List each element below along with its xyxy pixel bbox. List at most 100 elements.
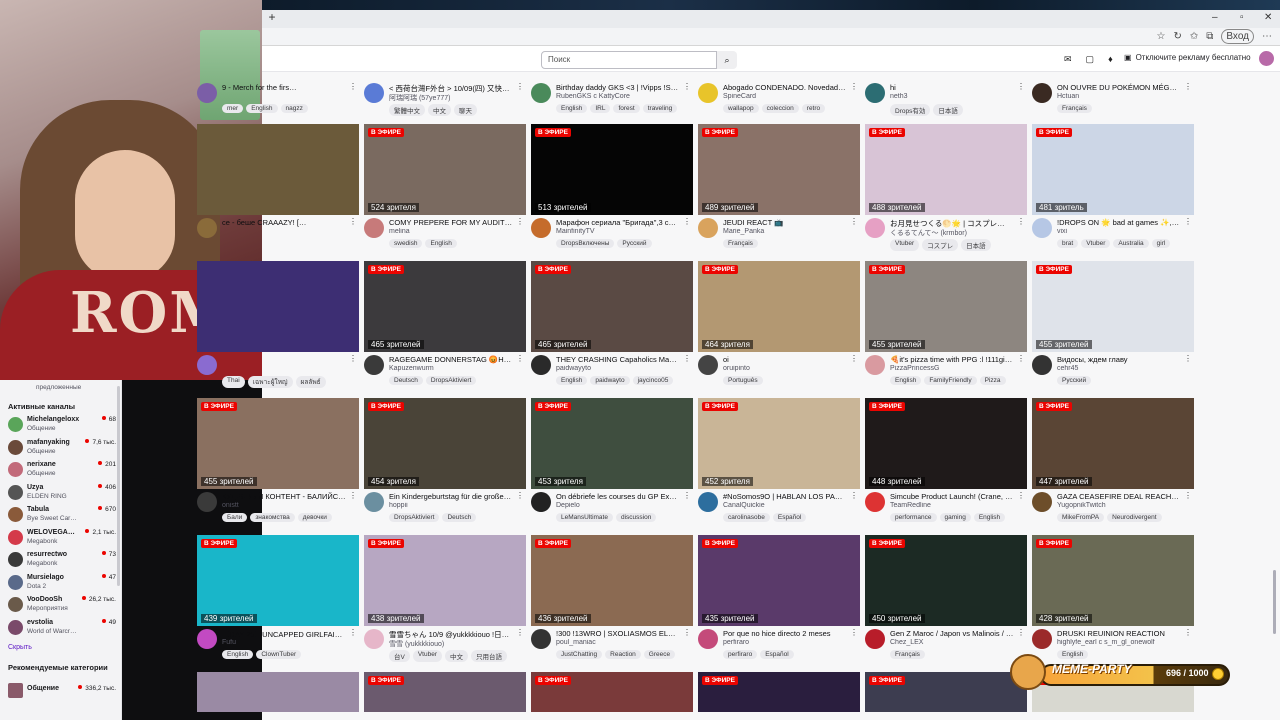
- stream-tag[interactable]: Thai: [222, 376, 245, 388]
- stream-tag[interactable]: carolinasobe: [723, 513, 770, 522]
- stream-thumbnail[interactable]: [197, 124, 359, 215]
- stream-tag[interactable]: Australia: [1113, 239, 1149, 248]
- stream-title[interactable]: On débriefe les courses du GP Expl…: [556, 492, 680, 501]
- channel-avatar[interactable]: [865, 492, 885, 512]
- sidebar-channel[interactable]: Michelangeloxx Общение 68: [8, 416, 116, 438]
- stream-tag[interactable]: Português: [723, 376, 763, 385]
- stream-thumbnail[interactable]: В ЭФИРЕ 464 зрителя: [698, 261, 860, 352]
- stream-thumbnail[interactable]: В ЭФИРЕ: [531, 672, 693, 712]
- channel-name[interactable]: MainfinityTV: [556, 228, 680, 235]
- stream-tag[interactable]: swedish: [389, 239, 423, 248]
- channel-name[interactable]: 雪雪 (yukkkkiouo): [389, 639, 513, 649]
- stream-card[interactable]: ce - беше CRAAAZY! [… ⋮: [197, 124, 359, 255]
- stream-tag[interactable]: コスプレ: [922, 239, 959, 251]
- channel-name[interactable]: Hctuan: [1057, 93, 1181, 100]
- sidebar-channel[interactable]: Uzya ELDEN RING 406: [8, 484, 116, 506]
- sidebar-channel[interactable]: Mursielago Dota 2 47: [8, 574, 116, 596]
- stream-tag[interactable]: performance: [890, 513, 937, 522]
- stream-card[interactable]: В ЭФИРЕ 465 зрителей THEY CRASHING Capahol…: [531, 261, 693, 392]
- stream-tag[interactable]: 中文: [428, 104, 451, 116]
- channel-avatar[interactable]: [531, 492, 551, 512]
- more-options-icon[interactable]: ⋮: [850, 628, 858, 637]
- more-options-icon[interactable]: ⋮: [349, 491, 357, 500]
- more-options-icon[interactable]: ⋮: [850, 491, 858, 500]
- stream-title[interactable]: GAZA CEASEFIRE DEAL REACHE…: [1057, 492, 1181, 501]
- stream-tag[interactable]: LeMansUltimate: [556, 513, 613, 522]
- stream-thumbnail[interactable]: В ЭФИРЕ 455 зрителей: [865, 261, 1027, 352]
- stream-tag[interactable]: English: [973, 513, 1006, 522]
- stream-card[interactable]: В ЭФИРЕ 455 зрителей КУДРЯВЫЙ КОНТЕНТ - БА…: [197, 398, 359, 529]
- channel-avatar[interactable]: [698, 629, 718, 649]
- new-tab-button[interactable]: +: [265, 10, 279, 24]
- channel-avatar[interactable]: [531, 629, 551, 649]
- channel-avatar[interactable]: [364, 83, 384, 103]
- stream-tag[interactable]: 繁體中文: [389, 104, 425, 116]
- more-options-icon[interactable]: ⋮: [850, 354, 858, 363]
- channel-name[interactable]: RubenGKS с KattyCore: [556, 93, 680, 100]
- stream-card[interactable]: В ЭФИРЕ 447 зрителей GAZA CEASEFIRE DEAL R…: [1032, 398, 1194, 529]
- channel-name[interactable]: perfiraro: [723, 639, 847, 646]
- stream-title[interactable]: ON OUVRE DU POKÉMON MÉGA…: [1057, 83, 1181, 92]
- channel-avatar[interactable]: [698, 355, 718, 375]
- more-options-icon[interactable]: ⋮: [1184, 354, 1192, 363]
- stream-tag[interactable]: Vtuber: [1081, 239, 1111, 248]
- more-options-icon[interactable]: ⋮: [1017, 217, 1025, 226]
- stream-thumbnail[interactable]: В ЭФИРЕ 465 зрителей: [364, 261, 526, 352]
- stream-tag[interactable]: coleccion: [761, 104, 799, 113]
- channel-avatar[interactable]: [1032, 492, 1052, 512]
- stream-card[interactable]: В ЭФИРЕ 465 зрителей RAGEGAME DONNERSTAG 😡…: [364, 261, 526, 392]
- stream-card[interactable]: ⋮ Thai เฉพาะผู้ใหญ่ ผลลัพธ์: [197, 261, 359, 392]
- stream-card[interactable]: В ЭФИРЕ 436 зрителей !300 !13WRO | SXOLIAS…: [531, 535, 693, 666]
- stream-title[interactable]: Simcube Product Launch! (Crane, …: [890, 492, 1014, 501]
- stream-card[interactable]: В ЭФИРЕ 435 зрителей Por que no hice direc…: [698, 535, 860, 666]
- stream-tag[interactable]: English: [425, 239, 457, 248]
- stream-title[interactable]: DRUSKI REUINION REACTION: [1057, 629, 1181, 638]
- stream-card[interactable]: В ЭФИРЕ 450 зрителей Gen Z Maroc / Japon v…: [865, 535, 1027, 666]
- stream-title[interactable]: oi: [723, 355, 847, 364]
- channel-name[interactable]: hoppii: [389, 502, 513, 509]
- more-options-icon[interactable]: ⋮: [1017, 82, 1025, 91]
- more-options-icon[interactable]: ⋮: [683, 82, 691, 91]
- stream-tag[interactable]: 日本語: [961, 239, 991, 251]
- stream-card[interactable]: В ЭФИРЕ 488 зрителей お月見せつくる🌕🌟 | コスプレ… くるるて…: [865, 124, 1027, 255]
- channel-name[interactable]: Fufu: [222, 639, 346, 646]
- more-options-icon[interactable]: ⋮: [1017, 628, 1025, 637]
- stream-tag[interactable]: traveling: [642, 104, 678, 113]
- page-scrollbar[interactable]: [1273, 570, 1276, 634]
- stream-tag[interactable]: Русский: [617, 239, 652, 248]
- more-options-icon[interactable]: ⋮: [349, 82, 357, 91]
- stream-title[interactable]: Ein Kindergeburtstag für die große…: [389, 492, 513, 501]
- channel-name[interactable]: 阿瑞阿瑞 (57ye777): [389, 93, 513, 103]
- stream-tag[interactable]: DropsВключены: [556, 239, 615, 248]
- sidebar-channel[interactable]: nerixane Общение 201: [8, 461, 116, 483]
- stream-tag[interactable]: JustChatting: [556, 650, 603, 659]
- stream-thumbnail[interactable]: В ЭФИРЕ 465 зрителей: [531, 261, 693, 352]
- stream-tag[interactable]: Бали: [222, 513, 248, 522]
- more-options-icon[interactable]: ⋮: [1184, 628, 1192, 637]
- more-options-icon[interactable]: ⋮: [1184, 82, 1192, 91]
- stream-thumbnail[interactable]: В ЭФИРЕ: [698, 672, 860, 712]
- more-options-icon[interactable]: ⋮: [516, 628, 524, 637]
- more-options-icon[interactable]: ⋮: [516, 491, 524, 500]
- stream-thumbnail[interactable]: В ЭФИРЕ 450 зрителей: [865, 535, 1027, 626]
- stream-title[interactable]: 9 - Merch for the firs…: [222, 83, 346, 92]
- channel-avatar[interactable]: [197, 83, 217, 103]
- more-options-icon[interactable]: ⋮: [349, 628, 357, 637]
- channel-avatar[interactable]: [1032, 218, 1052, 238]
- stream-title[interactable]: !300 !13WRO | SXOLIASMOS EL…: [556, 629, 680, 638]
- stream-thumbnail[interactable]: В ЭФИРЕ 455 зрителей: [1032, 261, 1194, 352]
- stream-card[interactable]: Abogado CONDENADO. Novedades… SpineCard ⋮ w…: [698, 80, 860, 113]
- stream-tag[interactable]: ClownTuber: [256, 650, 302, 659]
- stream-tag[interactable]: discussion: [615, 513, 657, 522]
- channel-name[interactable]: SpineCard: [723, 93, 847, 100]
- channel-name[interactable]: CanalQuickie: [723, 502, 847, 509]
- stream-thumbnail[interactable]: В ЭФИРЕ 448 зрителей: [865, 398, 1027, 489]
- search-input[interactable]: Поиск: [541, 51, 717, 69]
- more-options-icon[interactable]: ⋮: [683, 354, 691, 363]
- stream-thumbnail[interactable]: В ЭФИРЕ 447 зрителей: [1032, 398, 1194, 489]
- sidebar-channel[interactable]: resurrectwo Megabonk 73: [8, 551, 116, 573]
- stream-card[interactable]: В ЭФИРЕ 489 зрителей JEUDI REACT 📺 Marie_Pa…: [698, 124, 860, 255]
- stream-card[interactable]: Birthday daddy GKS <3 | !Vipps !Sa… Ruben…: [531, 80, 693, 113]
- stream-tag[interactable]: Español: [760, 650, 794, 659]
- stream-tag[interactable]: wallapop: [723, 104, 759, 113]
